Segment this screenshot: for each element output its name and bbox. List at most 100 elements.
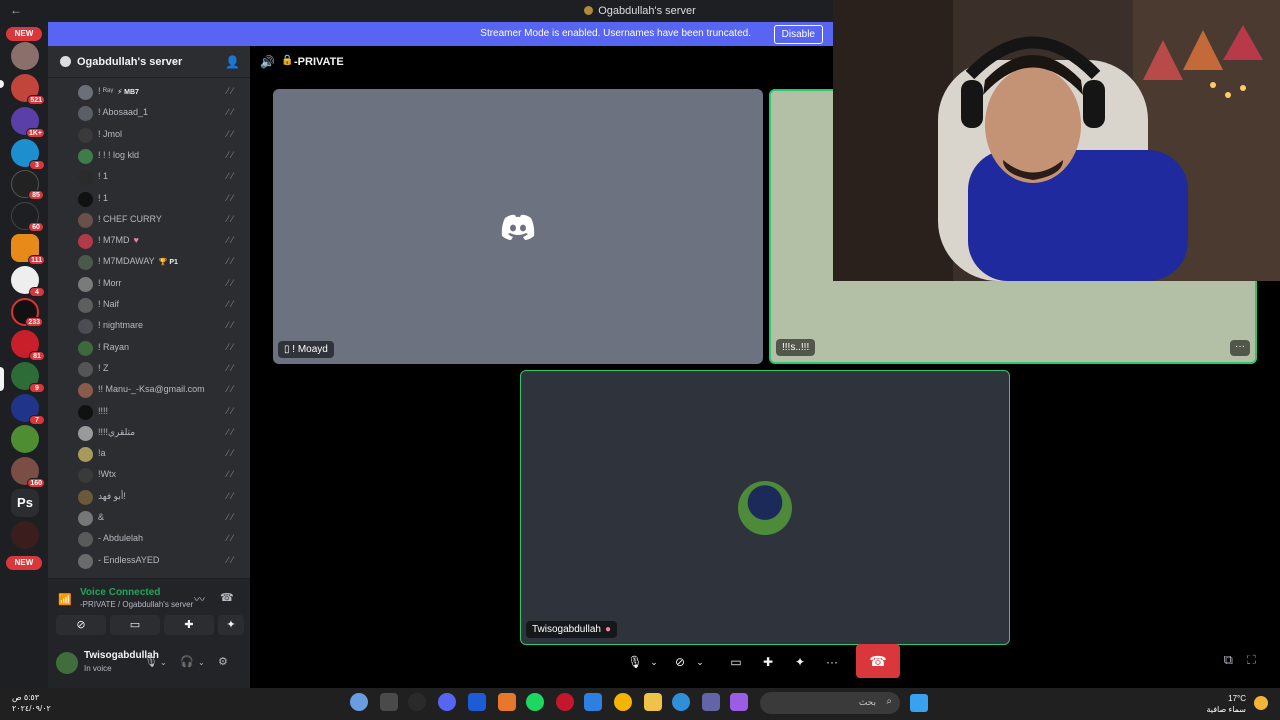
aseprite-icon[interactable] [498, 693, 516, 711]
server-icon-8[interactable]: 4 [11, 266, 45, 297]
mic-icon[interactable]: 🎙 [626, 650, 644, 674]
chevron-down-icon[interactable]: ⌄ [694, 650, 706, 674]
server-icon-14[interactable]: 160 [11, 457, 45, 488]
video-tile-moayd[interactable]: ▯ ! Moayd [273, 89, 763, 364]
copilot-app-icon[interactable] [730, 693, 748, 711]
list-item[interactable]: !a ⁄⁄ [76, 444, 244, 464]
discord-icon[interactable] [438, 693, 456, 711]
voice-location[interactable]: -PRIVATE / Ogabdullah's server [80, 600, 193, 609]
copilot-icon[interactable] [350, 693, 368, 711]
spotify-icon[interactable] [526, 693, 544, 711]
member-name-text: ! Z [98, 362, 109, 373]
feather-icon[interactable] [468, 693, 486, 711]
popout-icon[interactable]: ⧉ [1224, 652, 1247, 667]
file-explorer-icon[interactable] [644, 693, 662, 711]
list-item[interactable]: !Wtx ⁄⁄ [76, 465, 244, 485]
capcut-icon[interactable] [380, 693, 398, 711]
list-item[interactable]: - EndlessAYED ⁄⁄ [76, 551, 244, 571]
list-item[interactable]: ! Jmol ⁄⁄ [76, 125, 244, 145]
obs-icon[interactable] [408, 693, 426, 711]
person-add-icon[interactable]: 👤 [225, 55, 240, 69]
list-item[interactable]: ! Abosaad_1 ⁄⁄ [76, 103, 244, 123]
voice-status[interactable]: Voice Connected [80, 587, 160, 598]
server-icon-13[interactable] [11, 425, 39, 453]
list-item[interactable]: ! M7MDAWAY 🏆 P1 ⁄⁄ [76, 252, 244, 272]
list-item[interactable]: & ⁄⁄ [76, 508, 244, 528]
screen-share-icon[interactable]: ▭ [110, 615, 160, 635]
noise-suppression-icon[interactable]: 〰 [194, 591, 205, 607]
signal-icon[interactable]: 📶 [58, 593, 72, 606]
server-icon-11[interactable]: 9 [11, 362, 45, 393]
muted-deafened-icon: ⁄⁄ [226, 149, 236, 160]
server-icon-10[interactable]: 81 [11, 330, 45, 361]
server-icon-5[interactable]: 85 [11, 170, 44, 200]
avatar[interactable] [56, 652, 78, 674]
server-icon-12[interactable]: 7 [11, 394, 45, 425]
screen-share-icon[interactable]: ▭ [726, 650, 746, 674]
mic-icon[interactable]: 🎙 [144, 655, 158, 668]
fullscreen-icon[interactable]: ⛶ [1247, 652, 1270, 667]
store-icon[interactable] [584, 693, 602, 711]
clock[interactable]: ٥:٥٣ ص ٢٠٢٤/٠٩/٠٢ [12, 692, 51, 714]
list-item[interactable]: ! Naif ⁄⁄ [76, 295, 244, 315]
list-item[interactable]: ! nightmare ⁄⁄ [76, 316, 244, 336]
new-badge[interactable]: NEW [6, 27, 42, 41]
activities-icon[interactable]: ✚ [758, 650, 778, 674]
list-item[interactable]: أبو فهد! ⁄⁄ [76, 487, 244, 507]
soundboard-icon[interactable]: ✦ [218, 615, 244, 635]
member-name-text: ! Abosaad_1 [98, 107, 149, 118]
list-item[interactable]: ! ! ! log kld ⁄⁄ [76, 146, 244, 166]
new-badge-bottom[interactable]: NEW [6, 556, 42, 570]
gear-icon[interactable]: ⚙ [218, 655, 228, 668]
list-item[interactable]: ! CHEF CURRY ⁄⁄ [76, 210, 244, 230]
server-icon-7[interactable]: 111 [11, 234, 45, 265]
server-icon-9[interactable]: 233 [11, 298, 43, 327]
server-icon-ps[interactable]: Ps [11, 489, 39, 517]
more-icon[interactable]: ··· [822, 650, 842, 674]
camera-off-icon[interactable]: ⊘ [670, 650, 690, 674]
hang-up-icon[interactable]: ☎ [856, 644, 900, 678]
list-item[interactable]: ! 1 ⁄⁄ [76, 189, 244, 209]
list-item[interactable]: !! Manu-_-Ksa@gmail.com ⁄⁄ [76, 380, 244, 400]
taskbar-search[interactable]: بحث ⌕ [760, 692, 900, 714]
activities-icon[interactable]: ✚ [164, 615, 214, 635]
server-icon-6[interactable]: 60 [11, 202, 44, 232]
list-item[interactable]: ! ᴿᵃᵞ ⚡ MB7 ⁄⁄ [76, 82, 244, 102]
member-name: ! CHEF CURRY [98, 214, 162, 224]
edge-icon[interactable] [672, 693, 690, 711]
video-tile-twisogabdullah[interactable]: Twisogabdullah ● [520, 370, 1010, 645]
list-item[interactable]: ! 1 ⁄⁄ [76, 167, 244, 187]
server-icon-1[interactable] [11, 42, 39, 70]
server-icon-15[interactable] [11, 521, 39, 549]
server-icon-2[interactable]: 521 [11, 74, 45, 105]
app-red-icon[interactable] [556, 693, 574, 711]
list-item[interactable]: !!!! ⁄⁄ [76, 402, 244, 422]
list-item[interactable]: ! M7MD ♥ ⁄⁄ [76, 231, 244, 251]
windows-start-icon[interactable] [910, 694, 928, 712]
weather-widget[interactable]: 17°C سماء صافية [1206, 693, 1246, 715]
disable-streamer-mode-button[interactable]: Disable [773, 25, 823, 44]
member-name-text: !!!! [98, 405, 109, 416]
list-item[interactable]: !!!!متلقري ⁄⁄ [76, 423, 244, 443]
weather-sun-icon [1254, 696, 1268, 710]
server-icon-4[interactable]: 3 [11, 139, 45, 170]
server-header[interactable]: Ogabdullah's server ⌄ 👤 [48, 46, 250, 78]
chevron-down-icon[interactable]: ⌄ [160, 658, 167, 667]
teams-icon[interactable] [702, 693, 720, 711]
list-item[interactable]: ! Z ⁄⁄ [76, 359, 244, 379]
chevron-down-icon[interactable]: ⌄ [171, 55, 179, 66]
camera-off-icon[interactable]: ⊘ [56, 615, 106, 635]
chevron-down-icon[interactable]: ⌄ [648, 650, 660, 674]
chevron-down-icon[interactable]: ⌄ [198, 658, 205, 667]
headphones-icon[interactable]: 🎧 [180, 655, 194, 668]
more-options-icon[interactable]: ··· [1230, 340, 1250, 356]
server-name: Ogabdullah's server [77, 56, 183, 68]
chrome-icon[interactable] [614, 693, 632, 711]
muted-deafened-icon: ⁄⁄ [226, 171, 236, 182]
disconnect-icon[interactable]: ☎ [220, 591, 234, 604]
list-item[interactable]: ! Rayan ⁄⁄ [76, 338, 244, 358]
list-item[interactable]: ! Morr ⁄⁄ [76, 274, 244, 294]
soundboard-icon[interactable]: ✦ [790, 650, 810, 674]
server-icon-3[interactable]: 1K+ [11, 107, 45, 138]
list-item[interactable]: - Abdulelah ⁄⁄ [76, 529, 244, 549]
